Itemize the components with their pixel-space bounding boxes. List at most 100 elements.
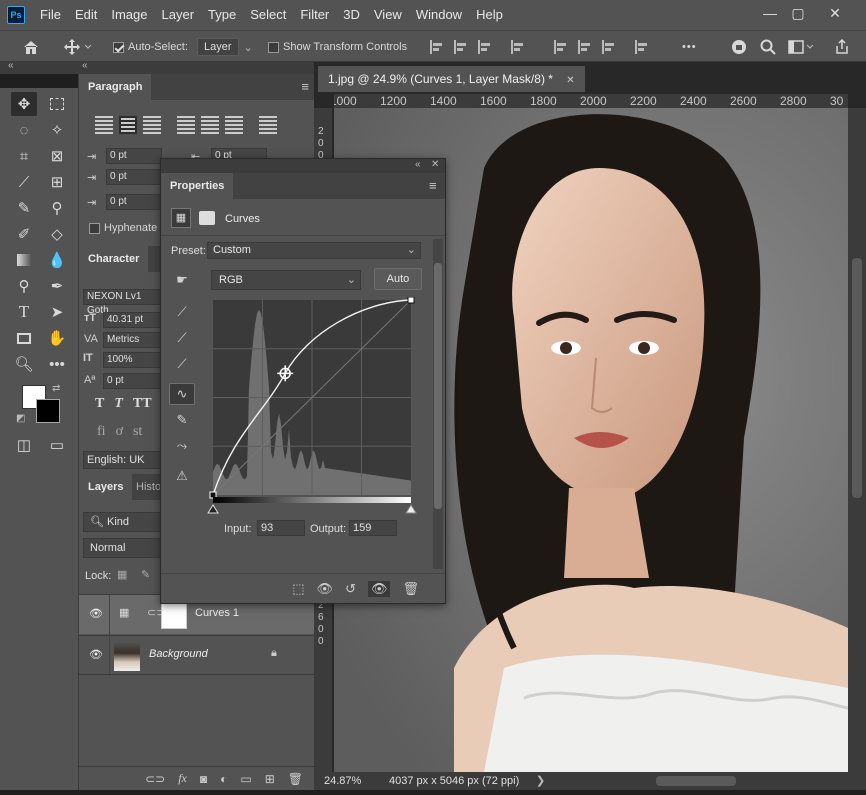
panel-menu-icon[interactable]: ≡ xyxy=(301,79,309,94)
tab-properties[interactable]: Properties xyxy=(161,173,234,199)
rectangle-tool-icon[interactable] xyxy=(11,326,37,350)
channel-dropdown[interactable]: RGB ⌄ xyxy=(211,270,361,290)
auto-select-dropdown[interactable]: Layer ⌄ xyxy=(197,31,253,63)
collapse-panels-icon[interactable]: « xyxy=(82,60,88,71)
eye-icon[interactable]: 👁︎ xyxy=(89,607,103,620)
align-right-text-icon[interactable] xyxy=(143,116,161,134)
baseline-shift-field[interactable]: 0 pt xyxy=(103,373,161,389)
layer-name[interactable]: Background xyxy=(149,648,208,660)
brush-tool-icon[interactable]: ✎ xyxy=(11,196,37,220)
lasso-tool-icon[interactable]: ◌ xyxy=(11,118,37,142)
menu-layer[interactable]: Layer xyxy=(155,0,202,30)
status-menu-arrow[interactable]: ❯ xyxy=(536,772,545,790)
justify-last-center-icon[interactable] xyxy=(201,116,219,134)
space-before-field[interactable]: 0 pt xyxy=(106,194,162,210)
auto-button[interactable]: Auto xyxy=(374,268,422,290)
path-selection-tool-icon[interactable]: ➤ xyxy=(44,300,70,324)
blend-mode-dropdown[interactable]: Normal xyxy=(83,538,161,558)
menu-type[interactable]: Type xyxy=(201,0,243,30)
layer-mask-thumbnail[interactable] xyxy=(161,601,187,629)
old-style-button[interactable]: ơ xyxy=(116,424,123,440)
stylistic-alternates-button[interactable]: st xyxy=(133,424,142,440)
align-center-text-icon[interactable] xyxy=(119,116,137,134)
more-options-button[interactable]: ••• xyxy=(682,31,697,63)
preset-dropdown[interactable]: Custom ⌄ xyxy=(207,242,421,259)
properties-scrollbar[interactable] xyxy=(433,239,443,569)
faux-bold-button[interactable]: T xyxy=(95,396,104,412)
align-middle-icon[interactable] xyxy=(578,40,592,54)
all-caps-button[interactable]: TT xyxy=(133,396,152,412)
faux-italic-button[interactable]: T xyxy=(114,396,123,412)
ligatures-button[interactable]: fi xyxy=(97,424,106,440)
clipping-warning-icon[interactable]: ⚠ xyxy=(169,465,195,487)
menu-image[interactable]: Image xyxy=(104,0,154,30)
clone-stamp-tool-icon[interactable]: ⚲ xyxy=(44,196,70,220)
align-top-icon[interactable] xyxy=(554,40,568,54)
eraser-tool-icon[interactable]: ◇ xyxy=(44,222,70,246)
menu-window[interactable]: Window xyxy=(409,0,469,30)
panel-menu-icon[interactable]: ≡ xyxy=(429,178,437,193)
menu-file[interactable]: File xyxy=(33,0,68,30)
menu-filter[interactable]: Filter xyxy=(293,0,336,30)
fx-icon[interactable]: fx xyxy=(178,771,187,786)
history-brush-tool-icon[interactable]: ✐ xyxy=(11,222,37,246)
type-tool-icon[interactable]: T xyxy=(11,300,37,324)
tab-character[interactable]: Character xyxy=(79,246,149,272)
horizontal-scrollbar[interactable] xyxy=(554,775,848,787)
distribute-icon[interactable] xyxy=(511,40,525,54)
default-colors-icon[interactable]: ◩ xyxy=(16,413,25,424)
indent-first-line-field[interactable]: 0 pt xyxy=(106,169,162,185)
zoom-tool-icon[interactable]: 🔍︎ xyxy=(11,352,37,376)
trash-icon[interactable]: 🗑︎ xyxy=(402,581,419,597)
hand-tool-icon[interactable]: ✋ xyxy=(44,326,70,350)
align-right-icon[interactable] xyxy=(478,40,492,54)
menu-3d[interactable]: 3D xyxy=(336,0,367,30)
minimize-button[interactable]: — xyxy=(757,2,783,24)
layer-row-background[interactable]: 👁︎ Background 🔒︎ xyxy=(79,635,315,676)
screen-mode-icon[interactable]: ▭ xyxy=(44,433,70,457)
magic-wand-tool-icon[interactable]: ✧ xyxy=(44,118,70,142)
curve-point-white[interactable] xyxy=(407,297,415,304)
healing-brush-tool-icon[interactable]: ⊞ xyxy=(44,170,70,194)
eyedropper-tool-icon[interactable]: ⟋ xyxy=(11,170,37,194)
gray-point-eyedropper-icon[interactable]: ⟋ xyxy=(169,327,195,349)
pencil-draw-icon[interactable]: ✎ xyxy=(169,409,195,431)
new-adjustment-icon[interactable]: ◐ xyxy=(220,772,227,786)
scroll-thumb[interactable] xyxy=(852,258,862,498)
edit-points-icon[interactable]: ∿ xyxy=(169,383,195,405)
black-point-slider[interactable] xyxy=(207,504,219,514)
align-left-text-icon[interactable] xyxy=(95,116,113,134)
document-tab[interactable]: 1.jpg @ 24.9% (Curves 1, Layer Mask/8) *… xyxy=(318,66,585,92)
share-icon[interactable] xyxy=(834,31,850,63)
workspace-icon[interactable] xyxy=(788,31,814,63)
lock-pixels-icon[interactable]: ✎ xyxy=(141,568,150,581)
new-group-icon[interactable]: ▭ xyxy=(240,772,251,786)
auto-select-checkbox[interactable]: Auto-Select: xyxy=(113,31,188,63)
toggle-visibility-icon[interactable]: 👁︎ xyxy=(367,580,391,597)
align-bottom-icon[interactable] xyxy=(602,40,616,54)
link-layers-icon[interactable]: ⊂⊃ xyxy=(145,772,165,786)
align-left-icon[interactable] xyxy=(430,40,444,54)
justify-last-right-icon[interactable] xyxy=(225,116,243,134)
on-image-adjust-icon[interactable]: ☛ xyxy=(169,269,195,291)
properties-titlebar[interactable]: « ✕ xyxy=(161,159,445,173)
menu-select[interactable]: Select xyxy=(243,0,293,30)
view-previous-state-icon[interactable]: 👁︎ xyxy=(317,581,334,597)
tab-paragraph[interactable]: Paragraph xyxy=(79,74,152,100)
menu-help[interactable]: Help xyxy=(469,0,510,30)
justify-all-icon[interactable] xyxy=(259,116,277,134)
menu-view[interactable]: View xyxy=(367,0,409,30)
close-icon[interactable]: ✕ xyxy=(431,159,439,170)
edit-toolbar-icon[interactable]: ••• xyxy=(44,352,70,376)
input-field[interactable]: 93 xyxy=(257,520,305,536)
smooth-curve-icon[interactable]: ⤳ xyxy=(169,435,195,457)
curves-adjustment-icon[interactable]: ▦ xyxy=(171,208,191,228)
search-icon[interactable] xyxy=(760,31,776,63)
blur-tool-icon[interactable]: 💧 xyxy=(44,248,70,272)
vertical-scale-field[interactable]: 100% xyxy=(103,352,161,368)
show-transform-controls-checkbox[interactable]: Show Transform Controls xyxy=(268,31,407,63)
font-family-field[interactable]: NEXON Lv1 Goth xyxy=(83,289,161,316)
add-mask-icon[interactable]: ◙ xyxy=(200,772,207,786)
marquee-tool-icon[interactable] xyxy=(44,92,70,116)
font-size-field[interactable]: 40.31 pt xyxy=(103,312,161,328)
